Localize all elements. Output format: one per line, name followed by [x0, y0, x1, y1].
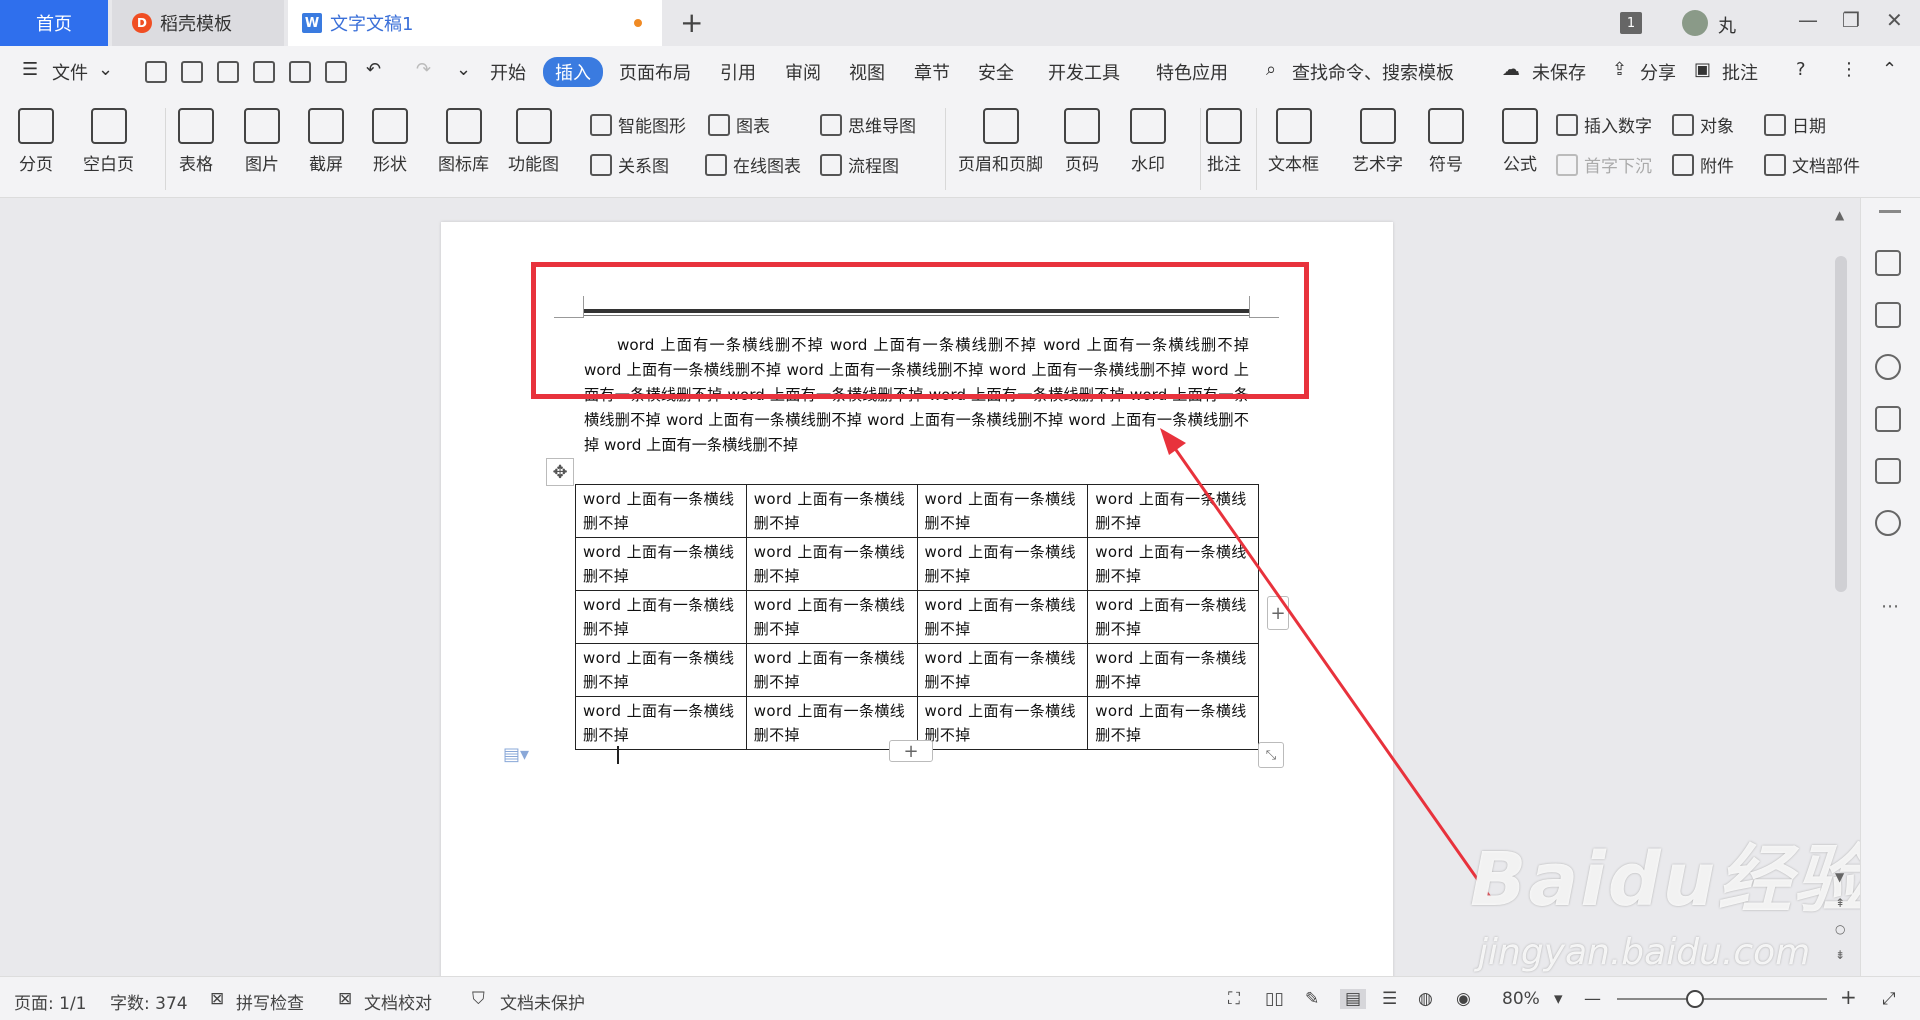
scroll-up-icon[interactable]: ▲ [1835, 208, 1844, 222]
zoom-in-icon[interactable]: + [1840, 985, 1857, 1009]
vertical-scrollbar[interactable]: ▲ ▼ ⇞ ○ ⇟ [1830, 198, 1852, 976]
style-icon[interactable] [1875, 354, 1901, 380]
zoom-dropdown-icon[interactable]: ▾ [1554, 989, 1563, 1009]
share-export-icon[interactable] [1875, 458, 1901, 484]
word-count[interactable]: 字数: 374 [110, 989, 188, 1014]
annotation-arrow-line [1172, 446, 1494, 901]
shield-icon[interactable]: ⛉ [472, 989, 485, 1009]
proofread-icon[interactable]: ⊠ [338, 989, 352, 1009]
select-browse-icon[interactable]: ○ [1835, 922, 1845, 936]
watermark-url: jingyan.baidu.com [1478, 932, 1811, 973]
status-bar: 页面: 1/1 字数: 374 ⊠ 拼写检查 ⊠ 文档校对 ⛉ 文档未保护 ⛶ … [0, 976, 1920, 1020]
protection-status[interactable]: 文档未保护 [500, 989, 585, 1014]
next-page-icon[interactable]: ⇟ [1835, 948, 1845, 962]
write-mode-icon[interactable]: ✎ [1305, 989, 1319, 1009]
select-pointer-icon[interactable] [1875, 302, 1901, 328]
spell-check-icon[interactable]: ⊠ [210, 989, 224, 1009]
page-view-icon[interactable]: ▤ [1340, 989, 1367, 1009]
page-count[interactable]: 页面: 1/1 [14, 989, 87, 1014]
scroll-down-icon[interactable]: ▼ [1835, 870, 1844, 884]
zoom-slider-track[interactable] [1617, 998, 1827, 1000]
read-mode-icon[interactable]: ▯▯ [1265, 989, 1284, 1009]
web-view-icon[interactable]: ◍ [1418, 989, 1433, 1009]
zoom-level[interactable]: 80% [1502, 989, 1540, 1009]
expand-icon[interactable]: ⤢ [1882, 989, 1896, 1009]
fullscreen-icon[interactable]: ⛶ [1228, 989, 1240, 1009]
spell-check-button[interactable]: 拼写检查 [236, 989, 304, 1014]
zoom-out-icon[interactable]: — [1584, 989, 1601, 1009]
zoom-slider-knob[interactable] [1686, 990, 1704, 1008]
help-icon[interactable] [1875, 510, 1901, 536]
annotation-arrow-head [1160, 428, 1186, 455]
proofread-button[interactable]: 文档校对 [364, 989, 432, 1014]
eye-protection-icon[interactable]: ◉ [1456, 989, 1471, 1009]
settings-sliders-icon[interactable] [1875, 406, 1901, 432]
prev-page-icon[interactable]: ⇞ [1835, 896, 1845, 910]
outline-view-icon[interactable]: ☰ [1382, 989, 1397, 1009]
more-icon[interactable]: ⋯ [1881, 596, 1899, 617]
edit-pen-icon[interactable] [1875, 250, 1901, 276]
right-side-toolbar: ⋯ [1860, 198, 1920, 976]
watermark-brand: Baidu经验 [1470, 837, 1870, 923]
scrollbar-thumb[interactable] [1835, 256, 1847, 592]
panel-handle [1879, 210, 1901, 213]
